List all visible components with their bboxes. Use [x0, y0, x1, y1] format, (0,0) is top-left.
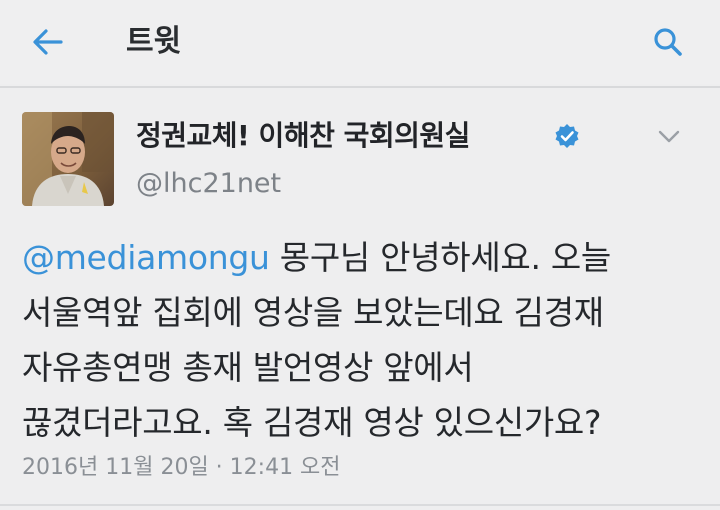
more-options-button[interactable] — [652, 124, 686, 150]
tweet-line-4: 끊겼더라고요. 혹 김경재 영상 있으신가요? — [22, 403, 602, 442]
chevron-down-icon — [658, 130, 680, 143]
search-icon — [654, 28, 682, 56]
tweet-line-1: @mediamongu 몽구님 안녕하세요. 오늘 — [22, 230, 712, 285]
author-avatar[interactable] — [22, 112, 114, 206]
mention-link[interactable]: @mediamongu — [22, 238, 270, 277]
author-name[interactable]: 정권교체! 이해찬 국회의원실 — [136, 116, 470, 156]
verified-badge-icon — [555, 124, 579, 148]
header-divider — [0, 86, 720, 88]
tweet-detail-screen: 트윗 정권교체! 이해찬 국회의원실 @lhc21net @mediamongu… — [0, 0, 720, 510]
author-handle[interactable]: @lhc21net — [136, 166, 281, 202]
tweet-text: @mediamongu 몽구님 안녕하세요. 오늘 서울역앞 집회에 영상을 보… — [22, 230, 712, 450]
back-arrow-icon — [33, 29, 63, 55]
back-button[interactable] — [26, 22, 70, 62]
search-button[interactable] — [646, 22, 690, 62]
author-photo — [22, 112, 114, 206]
app-header: 트윗 — [0, 0, 720, 84]
page-title: 트윗 — [126, 24, 182, 59]
tweet-line-3: 자유총연맹 총재 발언영상 앞에서 — [22, 348, 474, 387]
bottom-divider — [0, 504, 720, 506]
tweet-timestamp: 2016년 11월 20일 · 12:41 오전 — [22, 455, 341, 480]
tweet-line-1-text: 몽구님 안녕하세요. 오늘 — [269, 238, 611, 277]
tweet-line-2: 서울역앞 집회에 영상을 보았는데요 김경재 — [22, 293, 604, 332]
